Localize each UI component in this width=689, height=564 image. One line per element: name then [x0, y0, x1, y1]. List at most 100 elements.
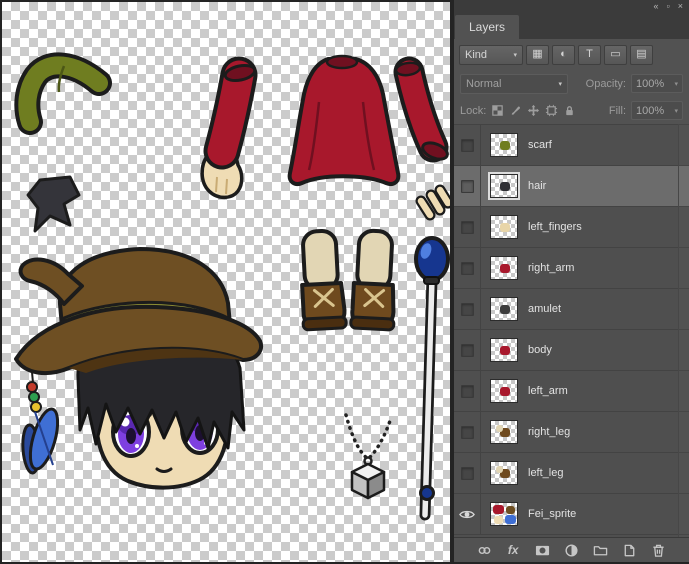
lock-row: Lock: Fill: 100%	[454, 97, 689, 124]
sprite-artwork	[2, 2, 450, 562]
blend-mode-dropdown[interactable]: Normal ▾	[460, 74, 568, 94]
layer-row[interactable]: scarf	[454, 125, 689, 166]
layer-visibility-toggle[interactable]	[454, 371, 481, 411]
hair-tuft-art	[28, 177, 79, 231]
blend-mode-value: Normal	[466, 78, 501, 90]
layers-scrollbar[interactable]	[678, 124, 689, 537]
new-adjustment-layer-icon[interactable]	[563, 542, 579, 558]
layer-name: scarf	[528, 139, 552, 151]
right-arm-art	[395, 61, 449, 162]
type-layers-filter-icon[interactable]: T	[578, 45, 601, 65]
layer-visibility-toggle[interactable]	[454, 166, 481, 206]
link-layers-icon[interactable]	[476, 542, 492, 558]
layer-visibility-toggle[interactable]	[454, 453, 481, 493]
layer-row[interactable]: left_leg	[454, 453, 689, 494]
application-window: « ▫ × Layers Kind ▾ ▦ ◐ T ▭ ▤ Normal ▾ O…	[0, 0, 689, 564]
left-leg-art	[298, 230, 346, 330]
fingers-art	[421, 190, 448, 215]
smart-objects-filter-icon[interactable]: ▤	[630, 45, 653, 65]
layer-visibility-toggle[interactable]	[454, 330, 481, 370]
layer-thumbnail[interactable]	[490, 379, 518, 403]
lock-image-pixels-icon[interactable]	[509, 104, 522, 117]
layer-name: right_arm	[528, 262, 574, 274]
layer-thumbnail[interactable]	[490, 215, 518, 239]
layer-thumbnail[interactable]	[490, 133, 518, 157]
layer-thumbnail[interactable]	[490, 502, 518, 526]
layers-panel-footer: fx	[454, 537, 689, 562]
lock-position-icon[interactable]	[527, 104, 540, 117]
scarf-art	[27, 65, 99, 122]
visibility-checkbox	[461, 426, 474, 439]
layer-thumbnail[interactable]	[490, 297, 518, 321]
body-art	[290, 56, 399, 184]
layer-name: left_leg	[528, 467, 563, 479]
pixel-layers-filter-icon[interactable]: ▦	[526, 45, 549, 65]
layer-filter-row: Kind ▾ ▦ ◐ T ▭ ▤	[454, 39, 689, 70]
staff-art	[416, 238, 448, 515]
layer-name: Fei_sprite	[528, 508, 576, 520]
chevron-down-icon: ▾	[674, 107, 678, 115]
layer-row[interactable]: amulet	[454, 289, 689, 330]
layer-name: body	[528, 344, 552, 356]
visibility-checkbox	[461, 221, 474, 234]
hat-tip	[21, 259, 82, 304]
layer-name: hair	[528, 180, 546, 192]
layer-visibility-toggle[interactable]	[454, 207, 481, 247]
layer-thumbnail[interactable]	[490, 338, 518, 362]
panel-tab-bar: Layers	[454, 12, 689, 39]
lock-all-icon[interactable]	[563, 104, 576, 117]
fill-value: 100%	[636, 105, 664, 117]
layer-row[interactable]: left_arm	[454, 371, 689, 412]
opacity-input[interactable]: 100% ▾	[631, 74, 683, 93]
new-layer-icon[interactable]	[622, 542, 638, 558]
delete-layer-icon[interactable]	[651, 542, 667, 558]
layer-visibility-toggle[interactable]	[454, 412, 481, 452]
layer-thumbnail[interactable]	[490, 420, 518, 444]
layer-name: right_leg	[528, 426, 570, 438]
fill-label: Fill:	[609, 105, 626, 117]
visibility-checkbox	[461, 344, 474, 357]
layer-visibility-toggle[interactable]	[454, 248, 481, 288]
document-canvas[interactable]	[2, 2, 450, 562]
new-group-icon[interactable]	[593, 542, 609, 558]
layer-row[interactable]: right_arm	[454, 248, 689, 289]
layer-visibility-toggle[interactable]	[454, 494, 481, 534]
layer-row[interactable]: body	[454, 330, 689, 371]
layer-thumbnail[interactable]	[490, 256, 518, 280]
chevron-down-icon: ▾	[552, 80, 562, 88]
chevron-down-icon: ▾	[674, 80, 678, 88]
layer-row[interactable]: right_leg	[454, 412, 689, 453]
fill-input[interactable]: 100% ▾	[631, 101, 683, 120]
amulet-art	[346, 415, 391, 498]
kind-filter-dropdown[interactable]: Kind ▾	[459, 45, 523, 65]
layer-row[interactable]: hair	[454, 166, 689, 207]
visibility-checkbox	[461, 262, 474, 275]
visibility-checkbox	[461, 139, 474, 152]
layer-name: left_arm	[528, 385, 568, 397]
layer-thumbnail[interactable]	[490, 174, 518, 198]
lock-artboard-icon[interactable]	[545, 104, 558, 117]
add-layer-mask-icon[interactable]	[534, 542, 550, 558]
opacity-label: Opacity:	[586, 78, 626, 90]
shape-layers-filter-icon[interactable]: ▭	[604, 45, 627, 65]
feather-charm	[21, 372, 63, 473]
panel-title-strip: « ▫ ×	[454, 0, 689, 12]
layer-row[interactable]: left_fingers	[454, 207, 689, 248]
collapse-panels-icon[interactable]: «	[654, 2, 659, 11]
lock-label: Lock:	[460, 105, 486, 117]
visibility-checkbox	[461, 180, 474, 193]
layer-visibility-toggle[interactable]	[454, 125, 481, 165]
blend-mode-row: Normal ▾ Opacity: 100% ▾	[454, 70, 689, 97]
close-icon[interactable]: ×	[678, 2, 683, 11]
layer-name: left_fingers	[528, 221, 582, 233]
right-leg-art	[351, 230, 399, 330]
float-panel-icon[interactable]: ▫	[667, 2, 670, 11]
layer-visibility-toggle[interactable]	[454, 289, 481, 329]
opacity-value: 100%	[636, 78, 664, 90]
adjustment-layers-filter-icon[interactable]: ◐	[552, 45, 575, 65]
lock-transparent-pixels-icon[interactable]	[491, 104, 504, 117]
tab-layers[interactable]: Layers	[455, 15, 519, 39]
layer-thumbnail[interactable]	[490, 461, 518, 485]
layer-row[interactable]: Fei_sprite	[454, 494, 689, 535]
layer-style-icon[interactable]: fx	[505, 542, 521, 558]
